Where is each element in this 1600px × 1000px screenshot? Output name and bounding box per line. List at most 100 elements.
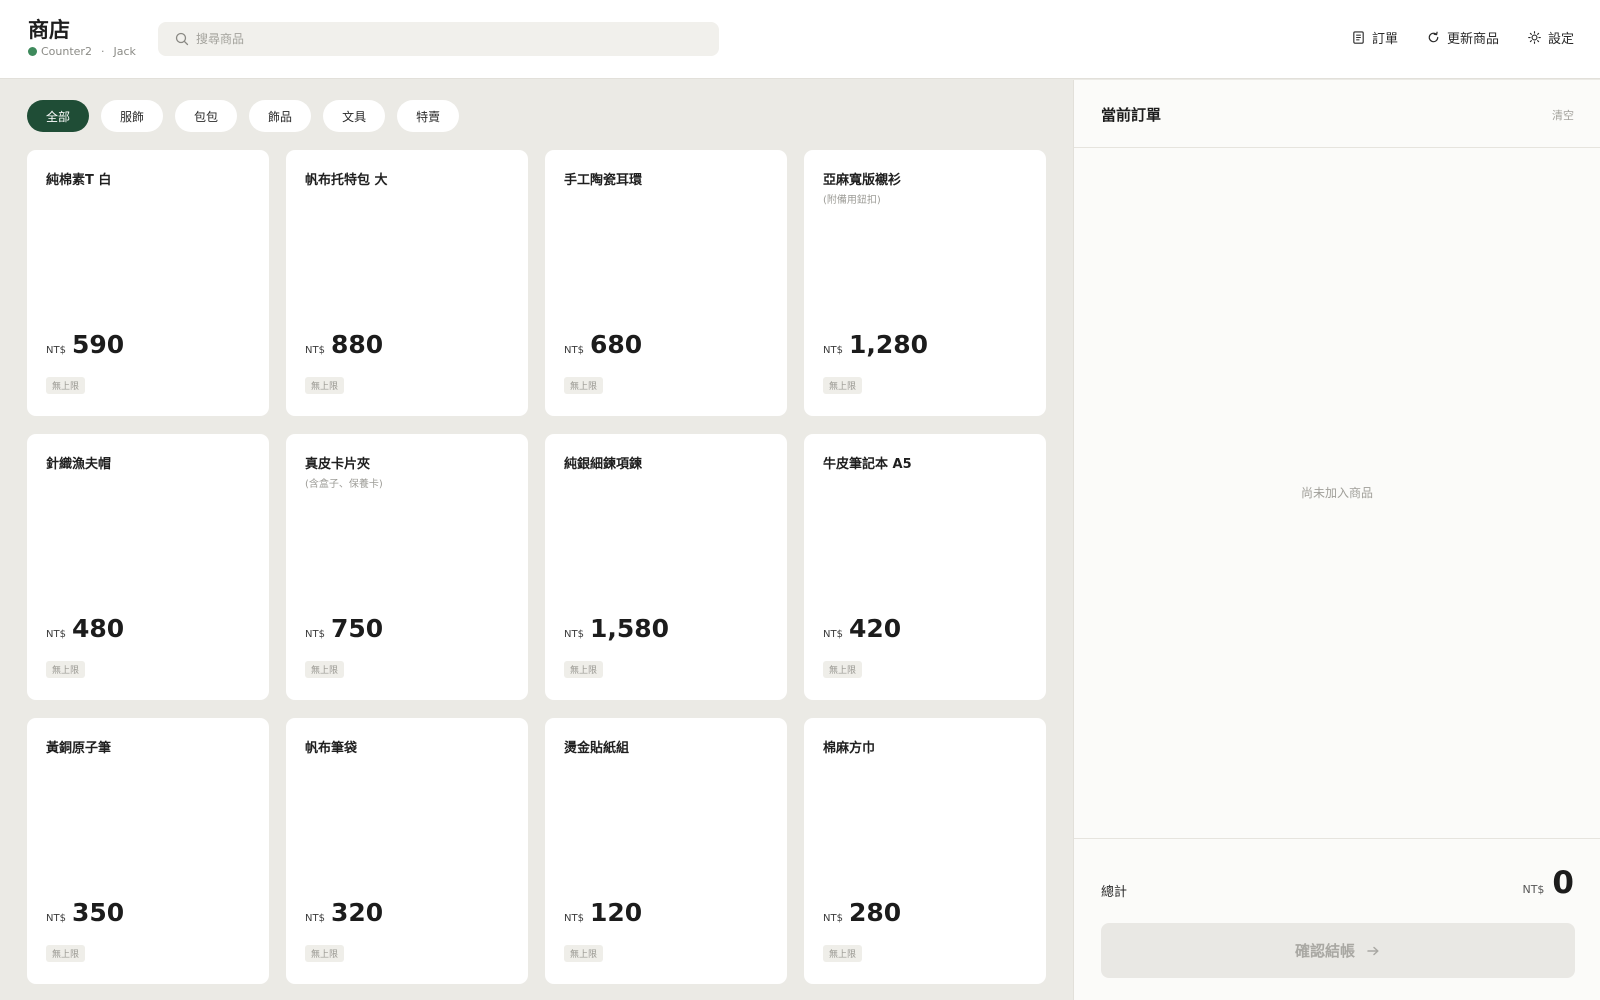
product-name: 純銀細鍊項鍊 xyxy=(564,457,643,472)
orders-button[interactable]: 訂單 xyxy=(1351,28,1398,47)
product-card[interactable]: 牛皮筆記本 A5 NT$ 420 無上限 xyxy=(804,434,1046,700)
product-card[interactable]: 棉麻方巾 NT$ 280 無上限 xyxy=(804,718,1046,984)
stock-badge: 無上限 xyxy=(305,377,345,394)
stock-badge: 無上限 xyxy=(823,945,863,962)
total-label: 總計 xyxy=(1101,885,1128,900)
product-card[interactable]: 燙金貼紙組 NT$ 120 無上限 xyxy=(545,718,787,984)
product-price: NT$ 590 xyxy=(46,330,124,359)
product-card[interactable]: 純銀細鍊項鍊 NT$ 1,580 無上限 xyxy=(545,434,787,700)
product-card[interactable]: 黃銅原子筆 NT$ 350 無上限 xyxy=(27,718,269,984)
product-note: (含盒子、保養卡) xyxy=(305,479,383,490)
refresh-products-button[interactable]: 更新商品 xyxy=(1426,28,1499,47)
station-info: Counter2 · Jack xyxy=(28,45,136,58)
gear-icon xyxy=(1528,31,1541,44)
product-card[interactable]: 帆布托特包 大 NT$ 880 無上限 xyxy=(286,150,528,416)
total-amount: NT$ 0 xyxy=(1522,865,1574,901)
stock-badge: 無上限 xyxy=(305,945,345,962)
price-amount: 280 xyxy=(848,898,902,927)
product-name: 針織漁夫帽 xyxy=(46,457,112,472)
order-header: 當前訂單 清空 xyxy=(1074,80,1600,148)
search-input[interactable] xyxy=(196,32,719,46)
arrow-right-icon xyxy=(1367,946,1379,955)
separator: · xyxy=(100,45,105,58)
category-chip-bags[interactable]: 包包 xyxy=(175,100,238,132)
currency-label: NT$ xyxy=(46,345,66,356)
product-area: 全部 服飾 包包 飾品 文具 特賣 純棉素T 白 NT$ 590 無上限 帆布托特… xyxy=(0,80,1073,1000)
product-price: NT$ 120 xyxy=(564,898,642,927)
price-amount: 120 xyxy=(589,898,643,927)
currency-label: NT$ xyxy=(564,629,584,640)
product-name: 棉麻方巾 xyxy=(823,741,876,756)
store-title: 商店 xyxy=(28,18,70,42)
brand: 商店 Counter2 · Jack xyxy=(28,16,136,58)
online-status-dot xyxy=(28,47,37,56)
category-chip-sale[interactable]: 特賣 xyxy=(397,100,460,132)
user-name: Jack xyxy=(113,45,136,58)
order-footer: 總計 NT$ 0 確認結帳 xyxy=(1074,838,1600,1000)
price-amount: 680 xyxy=(589,330,643,359)
clear-order-button[interactable]: 清空 xyxy=(1552,107,1574,123)
product-price: NT$ 1,580 xyxy=(564,614,669,643)
total-currency: NT$ xyxy=(1522,883,1545,896)
counter-name: Counter2 xyxy=(41,45,92,58)
product-card[interactable]: 手工陶瓷耳環 NT$ 680 無上限 xyxy=(545,150,787,416)
product-price: NT$ 750 xyxy=(305,614,383,643)
receipt-icon xyxy=(1353,31,1364,44)
product-note: (附備用鈕扣) xyxy=(823,195,881,206)
category-filters: 全部 服飾 包包 飾品 文具 特賣 xyxy=(27,100,460,132)
stock-badge: 無上限 xyxy=(823,661,863,678)
product-price: NT$ 350 xyxy=(46,898,124,927)
category-chip-apparel[interactable]: 服飾 xyxy=(101,100,164,132)
category-chip-stationery[interactable]: 文具 xyxy=(323,100,386,132)
price-amount: 590 xyxy=(71,330,125,359)
checkout-button[interactable]: 確認結帳 xyxy=(1101,923,1575,978)
currency-label: NT$ xyxy=(564,913,584,924)
price-amount: 350 xyxy=(71,898,125,927)
settings-button[interactable]: 設定 xyxy=(1527,28,1574,47)
price-amount: 750 xyxy=(330,614,384,643)
product-price: NT$ 880 xyxy=(305,330,383,359)
product-card[interactable]: 亞麻寬版襯衫 (附備用鈕扣) NT$ 1,280 無上限 xyxy=(804,150,1046,416)
stock-badge: 無上限 xyxy=(46,945,86,962)
stock-badge: 無上限 xyxy=(46,377,86,394)
order-panel: 當前訂單 清空 尚未加入商品 總計 NT$ 0 確認結帳 xyxy=(1073,80,1600,1000)
product-card[interactable]: 真皮卡片夾 (含盒子、保養卡) NT$ 750 無上限 xyxy=(286,434,528,700)
product-card[interactable]: 針織漁夫帽 NT$ 480 無上限 xyxy=(27,434,269,700)
currency-label: NT$ xyxy=(823,629,843,640)
currency-label: NT$ xyxy=(46,913,66,924)
product-name: 純棉素T 白 xyxy=(46,173,112,188)
currency-label: NT$ xyxy=(823,913,843,924)
product-card[interactable]: 純棉素T 白 NT$ 590 無上限 xyxy=(27,150,269,416)
product-price: NT$ 1,280 xyxy=(823,330,928,359)
top-bar: 商店 Counter2 · Jack 訂單 xyxy=(0,0,1600,79)
product-name: 手工陶瓷耳環 xyxy=(564,173,643,188)
stock-badge: 無上限 xyxy=(564,377,604,394)
currency-label: NT$ xyxy=(46,629,66,640)
product-name: 燙金貼紙組 xyxy=(564,741,630,756)
search-bar[interactable] xyxy=(158,22,719,56)
top-actions: 訂單 更新商品 設定 xyxy=(1351,28,1574,47)
price-amount: 1,280 xyxy=(848,330,929,359)
product-name: 帆布筆袋 xyxy=(305,741,358,756)
currency-label: NT$ xyxy=(305,913,325,924)
product-name: 黃銅原子筆 xyxy=(46,741,112,756)
category-chip-accessories[interactable]: 飾品 xyxy=(249,100,312,132)
settings-label: 設定 xyxy=(1547,32,1574,47)
empty-order-message: 尚未加入商品 xyxy=(1300,486,1373,500)
price-amount: 320 xyxy=(330,898,384,927)
product-name: 牛皮筆記本 A5 xyxy=(823,457,912,472)
refresh-icon xyxy=(1428,31,1439,43)
price-amount: 420 xyxy=(848,614,902,643)
stock-badge: 無上限 xyxy=(564,661,604,678)
product-card[interactable]: 帆布筆袋 NT$ 320 無上限 xyxy=(286,718,528,984)
price-amount: 1,580 xyxy=(589,614,670,643)
stock-badge: 無上限 xyxy=(564,945,604,962)
category-chip-all[interactable]: 全部 xyxy=(27,100,90,132)
currency-label: NT$ xyxy=(564,345,584,356)
refresh-products-label: 更新商品 xyxy=(1446,32,1499,47)
currency-label: NT$ xyxy=(823,345,843,356)
currency-label: NT$ xyxy=(305,345,325,356)
checkout-label: 確認結帳 xyxy=(1294,942,1355,960)
product-name: 真皮卡片夾 xyxy=(305,457,371,472)
product-name: 帆布托特包 大 xyxy=(305,173,388,188)
